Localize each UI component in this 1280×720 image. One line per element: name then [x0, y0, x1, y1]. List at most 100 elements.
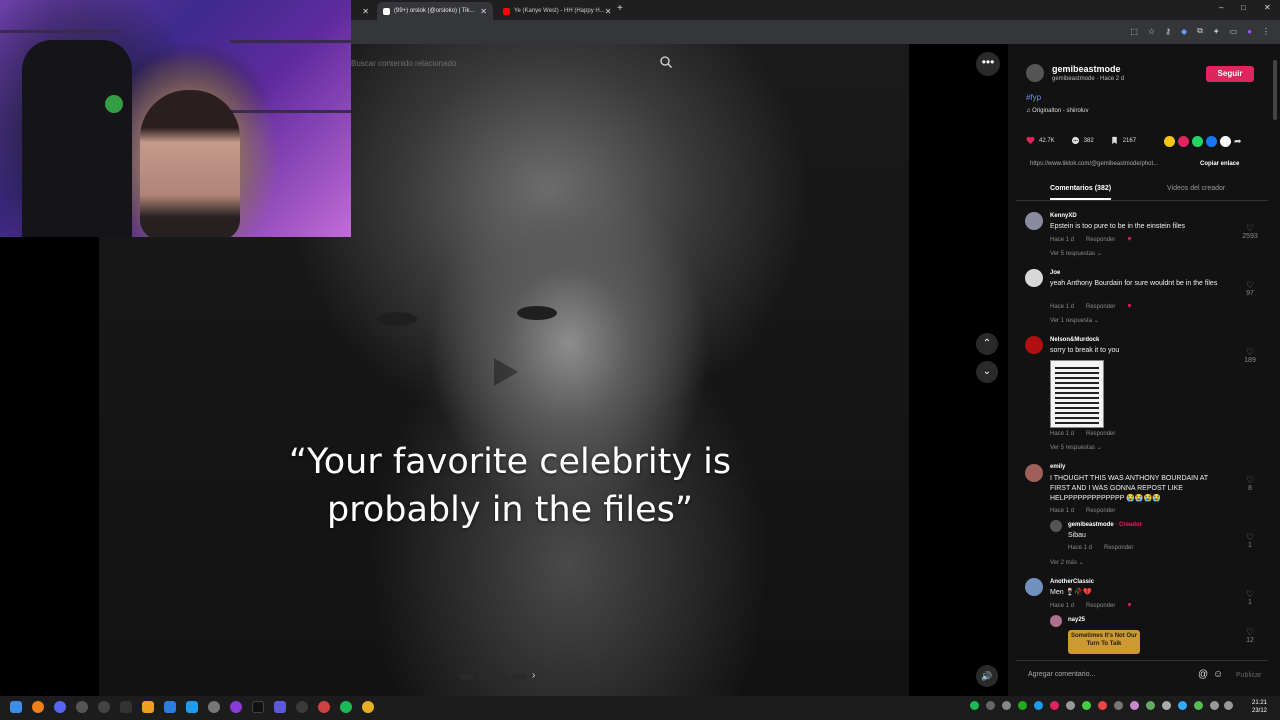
music-link[interactable]: ♫ Originalton - shiiroluv [1026, 108, 1089, 114]
app-icon-c[interactable] [296, 701, 308, 713]
extension-icon[interactable]: ◆ [1181, 27, 1187, 36]
volume-button[interactable]: 🔊 [976, 665, 998, 687]
view-replies-button[interactable]: Ver 1 respuesta ⌄ [1050, 317, 1099, 324]
share-arrow-icon[interactable]: ➦ [1234, 136, 1245, 147]
comment-like[interactable]: ♡ 97 [1240, 281, 1260, 298]
post-link[interactable]: https://www.tiktok.com/@gemibeastmode/ph… [1030, 161, 1158, 167]
tiktok-taskbar-icon[interactable] [252, 701, 264, 713]
heart-outline-icon[interactable]: ♡ [1240, 533, 1260, 542]
tray-icon[interactable] [1114, 701, 1123, 710]
comment-like[interactable]: ♡ 189 [1240, 348, 1260, 365]
close-tab-icon[interactable]: ✕ [605, 7, 611, 16]
next-video-button[interactable]: ⌄ [976, 361, 998, 383]
search-icon[interactable] [659, 55, 673, 69]
mention-icon[interactable]: @ [1198, 669, 1208, 680]
puzzle-icon[interactable]: ⧉ [1197, 26, 1203, 36]
follow-button[interactable]: Seguir [1206, 66, 1254, 82]
avatar[interactable] [1025, 212, 1043, 230]
browser-tab-youtube[interactable]: Ye (Kanye West) - HH (Happy H... ✕ [497, 2, 611, 20]
play-icon[interactable] [494, 358, 518, 386]
avatar[interactable] [1025, 336, 1043, 354]
avatar[interactable] [1025, 269, 1043, 287]
profile-icon[interactable]: ● [1247, 27, 1252, 36]
avatar[interactable] [1050, 615, 1062, 627]
avatar[interactable] [1025, 578, 1043, 596]
send-share-icon[interactable] [1178, 136, 1189, 147]
browser-tab-close-prev[interactable]: ✕ [355, 2, 373, 20]
tray-icon[interactable] [1082, 701, 1091, 710]
tray-icon[interactable] [1162, 701, 1171, 710]
comment-username[interactable]: Joe [1050, 270, 1060, 276]
search-taskbar-icon[interactable] [32, 701, 44, 713]
reply-button[interactable]: Responder [1086, 431, 1115, 437]
carousel-dot-active[interactable] [478, 674, 508, 680]
app-icon-folder[interactable] [142, 701, 154, 713]
tray-icon[interactable] [1018, 701, 1027, 710]
more-options-button[interactable]: ••• [976, 52, 1000, 76]
maximize-button[interactable]: □ [1241, 3, 1246, 12]
heart-outline-icon[interactable]: ♡ [1240, 348, 1260, 357]
app-icon-box[interactable] [120, 701, 132, 713]
close-tab-icon[interactable]: ✕ [480, 7, 487, 16]
view-more-replies-button[interactable]: Ver 2 más ⌄ [1050, 559, 1084, 566]
pin-icon[interactable]: ✦ [1213, 27, 1220, 36]
search-overlay[interactable]: Buscar contenido relacionado [351, 55, 681, 75]
tray-icon[interactable] [1146, 701, 1155, 710]
whatsapp-share-icon[interactable] [1192, 136, 1203, 147]
taskbar-clock[interactable]: 21:21 23/12 [1252, 699, 1267, 715]
tab-creator-videos[interactable]: Videos del creador [1167, 185, 1225, 192]
panel-scrollbar[interactable] [1273, 60, 1277, 120]
reply-like[interactable]: ♡ 1 [1240, 533, 1260, 550]
star-icon[interactable]: ☆ [1148, 27, 1155, 36]
view-replies-button[interactable]: Ver 5 respuestas ⌄ [1050, 444, 1102, 451]
reply-button[interactable]: Responder [1086, 237, 1115, 243]
app-icon-blue[interactable] [164, 701, 176, 713]
comment-username[interactable]: AnotherClassic [1050, 579, 1094, 585]
heart-outline-icon[interactable]: ♡ [1240, 281, 1260, 290]
heart-outline-icon[interactable]: ♡ [1240, 590, 1260, 599]
author-username[interactable]: gemibeastmode [1052, 64, 1121, 74]
facebook-share-icon[interactable] [1206, 136, 1217, 147]
app-icon-v[interactable] [54, 701, 66, 713]
heart-outline-icon[interactable]: ♡ [1240, 476, 1260, 485]
heart-outline-icon[interactable]: ♡ [1240, 628, 1260, 637]
menu-icon[interactable]: ⋮ [1262, 27, 1270, 36]
comment-username[interactable]: emily [1050, 464, 1065, 470]
reply-username[interactable]: gemibeastmode · Creador [1068, 522, 1142, 528]
emoji-icon[interactable]: ☺ [1213, 669, 1223, 680]
minimize-button[interactable]: – [1219, 3, 1223, 12]
comment-sticker[interactable]: Sometimes It's Not Our Turn To Talk [1068, 630, 1140, 654]
tray-icon[interactable] [1050, 701, 1059, 710]
tray-icon[interactable] [986, 701, 995, 710]
comment-icon[interactable] [1071, 136, 1080, 145]
tray-icon[interactable] [1034, 701, 1043, 710]
embed-share-icon[interactable] [1164, 136, 1175, 147]
comment-like[interactable]: ♡ 8 [1240, 476, 1260, 493]
comment-like[interactable]: ♡ 1 [1240, 590, 1260, 607]
tray-icon[interactable] [1178, 701, 1187, 710]
app-icon-red[interactable] [318, 701, 330, 713]
app-icon-purple[interactable] [230, 701, 242, 713]
carousel-dot[interactable] [460, 674, 474, 680]
hashtag-link[interactable]: #fyp [1026, 93, 1041, 102]
comment-username[interactable]: KennyXD [1050, 213, 1077, 219]
close-tab-icon[interactable]: ✕ [362, 7, 369, 16]
tray-icon[interactable] [1194, 701, 1203, 710]
carousel-dot[interactable] [512, 674, 526, 680]
more-share-icon[interactable] [1220, 136, 1231, 147]
key-icon[interactable]: ⚷ [1165, 27, 1171, 36]
reply-button[interactable]: Responder [1086, 304, 1115, 310]
reply-button[interactable]: Responder [1086, 508, 1115, 514]
comment-image[interactable] [1050, 360, 1104, 428]
comment-username[interactable]: Nelson&Murdock [1050, 337, 1099, 343]
browser-tab-tiktok[interactable]: (99+) orslok (@orsloko) | Tik... ✕ [377, 2, 493, 20]
windows-start-icon[interactable] [10, 701, 22, 713]
comment-input[interactable]: Agregar comentario... [1028, 671, 1095, 678]
bookmark-icon[interactable] [1110, 136, 1119, 145]
install-icon[interactable]: ⬚ [1130, 27, 1138, 36]
chrome-icon[interactable] [362, 701, 374, 713]
app-icon-gray[interactable] [208, 701, 220, 713]
tray-icon[interactable] [1130, 701, 1139, 710]
tab-comments[interactable]: Comentarios (382) [1050, 185, 1112, 200]
wifi-icon[interactable] [1210, 701, 1219, 710]
